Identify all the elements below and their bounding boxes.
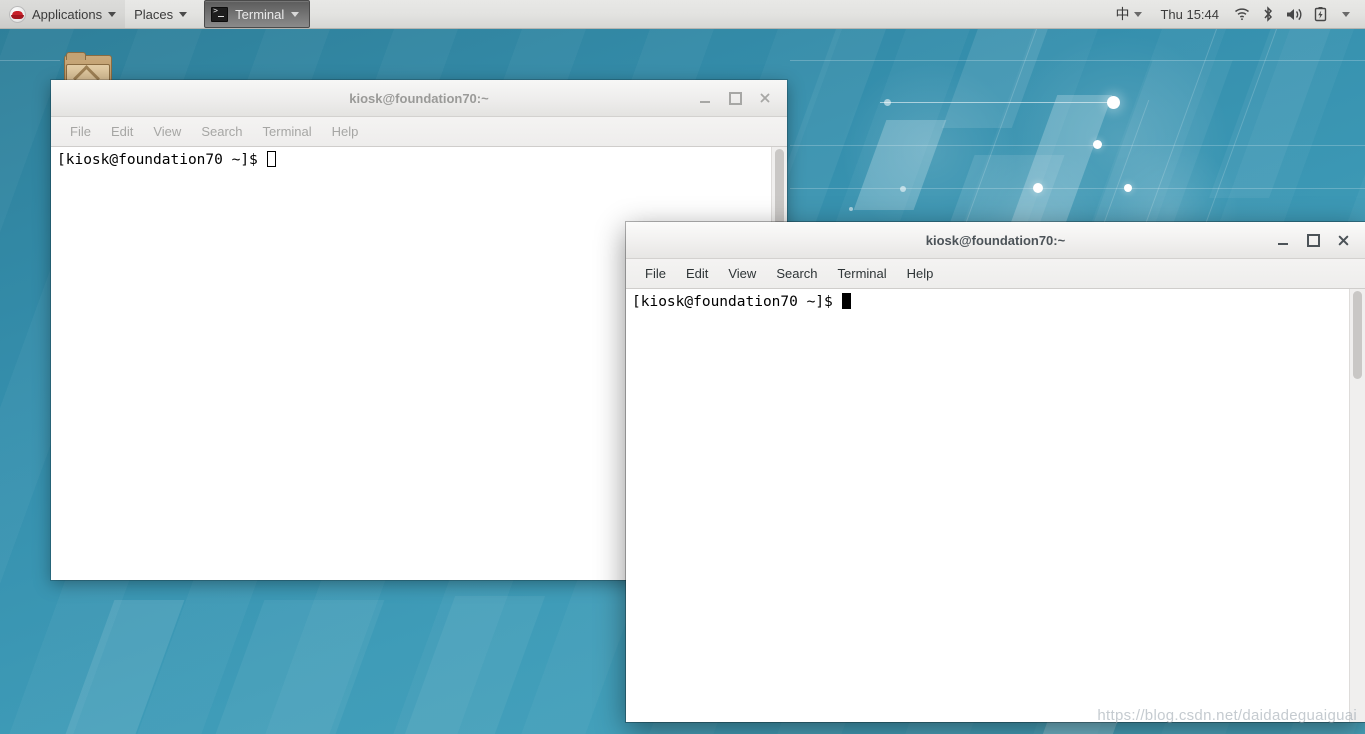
terminal-prompt: [kiosk@foundation70 ~]$ (57, 152, 267, 168)
menu-item-file[interactable]: File (61, 121, 100, 142)
places-menu-label: Places (134, 6, 174, 22)
wallpaper-dot (1107, 96, 1120, 109)
terminal-output[interactable]: [kiosk@foundation70 ~]$ (626, 289, 1349, 722)
close-button[interactable] (751, 84, 779, 112)
chevron-down-icon (1134, 11, 1143, 17)
applications-menu-label: Applications (32, 6, 103, 22)
titlebar[interactable]: kiosk@foundation70:~ (626, 222, 1365, 259)
menu-item-search[interactable]: Search (767, 263, 826, 284)
menu-item-terminal[interactable]: Terminal (829, 263, 896, 284)
terminal-window-2[interactable]: kiosk@foundation70:~ File Edit View Sear… (626, 222, 1365, 722)
bluetooth-icon[interactable] (1255, 0, 1281, 28)
wallpaper-dot (884, 99, 891, 106)
desktop-screen: Home Applications Places Terminal 中 (0, 0, 1365, 734)
menu-item-search[interactable]: Search (192, 121, 251, 142)
wifi-icon[interactable] (1229, 0, 1255, 28)
menu-item-terminal[interactable]: Terminal (254, 121, 321, 142)
terminal-prompt: [kiosk@foundation70 ~]$ (632, 294, 842, 310)
menu-item-view[interactable]: View (144, 121, 190, 142)
terminal-cursor (266, 151, 276, 167)
clock[interactable]: Thu 15:44 (1150, 7, 1229, 22)
menu-item-help[interactable]: Help (323, 121, 368, 142)
places-menu[interactable]: Places (125, 0, 196, 28)
wallpaper-dot (900, 186, 906, 192)
chevron-down-icon (108, 11, 117, 17)
terminal-icon (211, 6, 229, 22)
window-title: kiosk@foundation70:~ (925, 232, 1066, 248)
terminal-cursor (841, 293, 851, 309)
input-method-indicator[interactable]: 中 (1107, 0, 1150, 28)
menubar: File Edit View Search Terminal Help (626, 259, 1365, 289)
battery-icon[interactable] (1307, 0, 1333, 28)
top-panel: Applications Places Terminal 中 Thu 15:44 (0, 0, 1365, 29)
window-title: kiosk@foundation70:~ (349, 90, 489, 106)
minimize-button[interactable] (1269, 226, 1297, 254)
maximize-button[interactable] (721, 84, 749, 112)
scrollbar-thumb[interactable] (1353, 291, 1362, 379)
window-controls (1269, 226, 1365, 254)
taskbar-item-terminal[interactable]: Terminal (204, 0, 311, 28)
chevron-down-icon (179, 11, 188, 17)
menubar: File Edit View Search Terminal Help (51, 117, 787, 147)
maximize-button[interactable] (1299, 226, 1327, 254)
scrollbar-thumb[interactable] (775, 149, 784, 225)
menu-item-edit[interactable]: Edit (102, 121, 142, 142)
applications-menu[interactable]: Applications (0, 0, 126, 28)
wallpaper-dot (849, 207, 853, 211)
menu-item-edit[interactable]: Edit (677, 263, 717, 284)
menu-item-view[interactable]: View (719, 263, 765, 284)
input-method-label: 中 (1115, 6, 1130, 22)
minimize-button[interactable] (691, 84, 719, 112)
menu-item-help[interactable]: Help (898, 263, 943, 284)
wallpaper-dot (1033, 183, 1043, 193)
panel-left-group: Applications Places Terminal (0, 0, 311, 28)
window-controls (691, 84, 787, 112)
wallpaper-dot (1093, 140, 1102, 149)
volume-icon[interactable] (1281, 0, 1307, 28)
terminal-body[interactable]: [kiosk@foundation70 ~]$ (626, 289, 1365, 722)
titlebar[interactable]: kiosk@foundation70:~ (51, 80, 787, 117)
system-menu-chevron[interactable] (1333, 0, 1359, 28)
chevron-down-icon (1342, 11, 1350, 17)
panel-right-group: 中 Thu 15:44 (1107, 0, 1365, 28)
menu-item-file[interactable]: File (636, 263, 675, 284)
wallpaper-dot (1124, 184, 1132, 192)
chevron-down-icon (291, 11, 300, 17)
close-button[interactable] (1329, 226, 1357, 254)
taskbar-item-label: Terminal (235, 6, 285, 22)
redhat-logo-icon (9, 5, 26, 23)
terminal-scrollbar[interactable] (1349, 289, 1365, 722)
